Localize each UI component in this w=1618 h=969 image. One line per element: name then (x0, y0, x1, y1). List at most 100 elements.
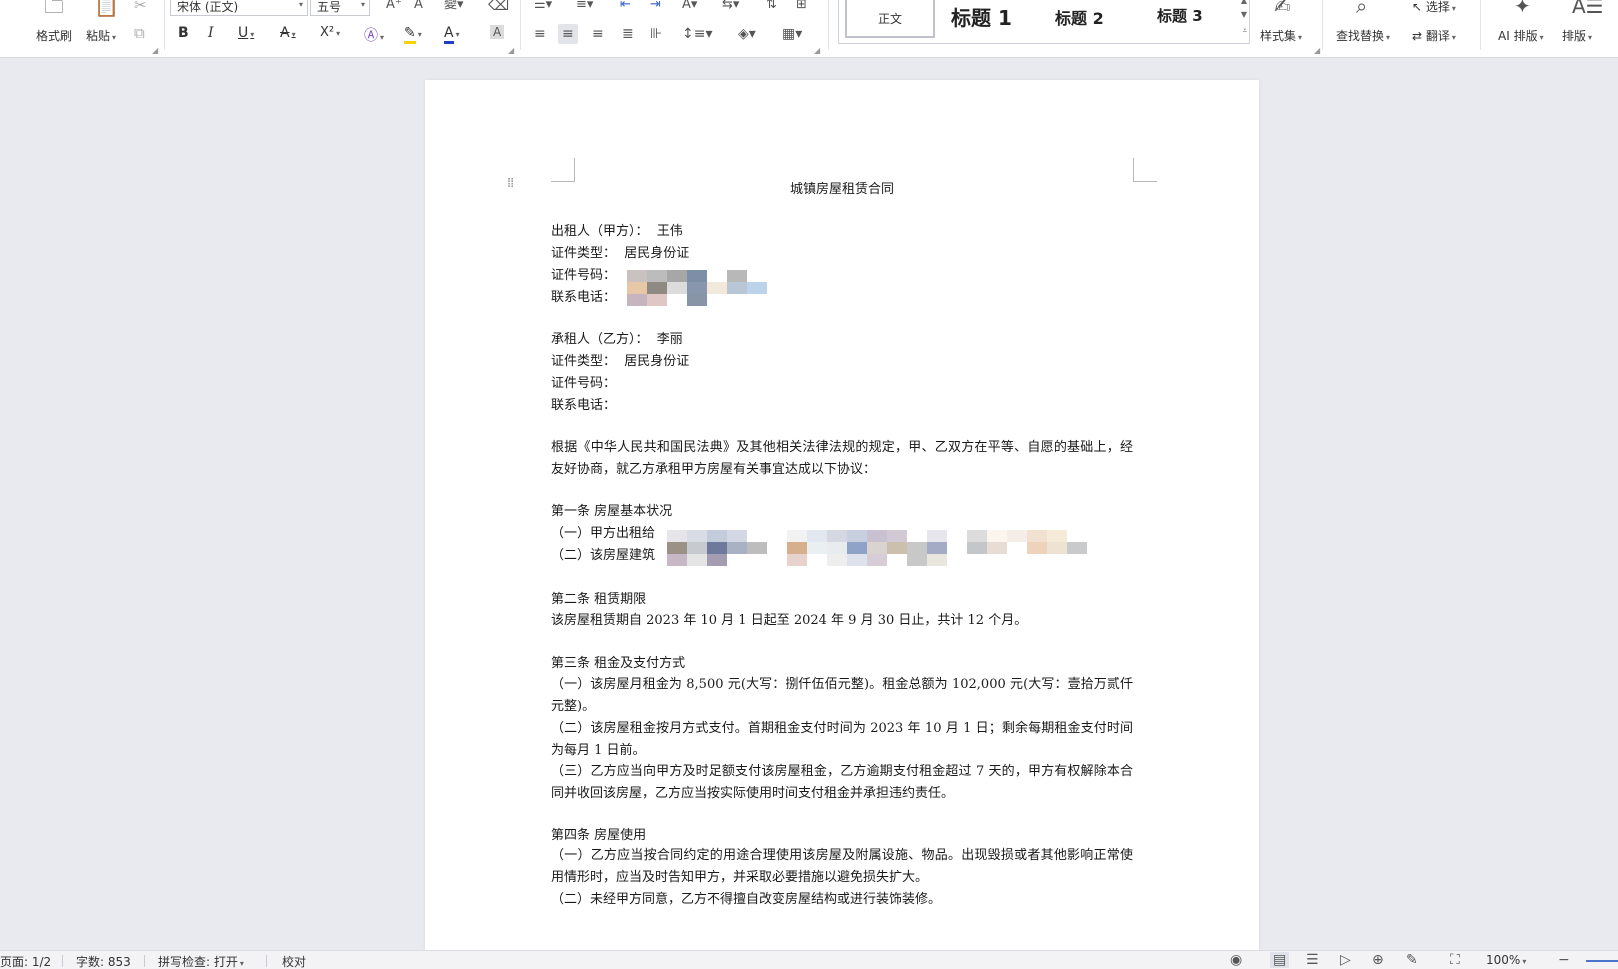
translate-button[interactable]: ⇄ 翻译 ▾ (1412, 27, 1456, 44)
paste-button[interactable]: 粘贴 ▾ (86, 27, 116, 44)
gallery-more-icon[interactable]: ⩡ (1242, 26, 1247, 36)
numbered-list-icon[interactable]: ≡▾ (576, 0, 593, 11)
redaction-mosaic (627, 270, 767, 306)
align-left-icon[interactable]: ≡ (534, 27, 546, 41)
word-count[interactable]: 字数: 853 (76, 953, 131, 969)
highlight-button[interactable]: ✎ ▾ (404, 25, 422, 44)
zoom-select[interactable]: 100% ▾ (1486, 953, 1526, 967)
gallery-down-icon[interactable]: ▼ (1241, 10, 1247, 19)
style-set-button[interactable]: 样式集 ▾ (1260, 27, 1302, 44)
chevron-down-icon: ▾ (380, 33, 385, 42)
line-spacing-icon[interactable]: ↕≡▾ (682, 27, 713, 41)
justify-icon[interactable]: ≣ (622, 27, 634, 41)
margin-corner-mark (551, 158, 575, 182)
lessee-phone-label: 联系电话： (551, 398, 617, 413)
fit-page-icon[interactable]: ⛶ (1450, 952, 1460, 968)
sort-icon[interactable]: ⇅ (766, 0, 777, 11)
font-color-button[interactable]: A ▾ (444, 25, 460, 44)
decrease-indent-icon[interactable]: ⇤ (620, 0, 631, 11)
page-indicator[interactable]: 页面: 1/2 (0, 953, 51, 969)
select-button[interactable]: ↖ 选择 ▾ (1412, 0, 1456, 15)
article4-item2: （二）未经甲方同意，乙方不得擅自改变房屋结构或进行装饰装修。 (551, 892, 942, 907)
increase-indent-icon[interactable]: ⇥ (650, 0, 661, 11)
text-direction-icon[interactable]: A▾ (682, 0, 697, 11)
divider (828, 0, 829, 50)
clear-format-icon[interactable]: ⌫ (488, 0, 509, 13)
document-title: 城镇房屋租赁合同 (789, 182, 894, 197)
shrink-font-icon[interactable]: A (414, 0, 423, 11)
zoom-out-icon[interactable]: − (1558, 952, 1570, 968)
divider (520, 0, 521, 50)
distribute-icon[interactable]: ⊪ (650, 27, 662, 41)
ai-layout-button[interactable]: AI 排版 ▾ (1498, 27, 1544, 44)
lessor-label: 出租人（甲方）： (551, 224, 649, 239)
outline-view-icon[interactable]: ☰ (1306, 952, 1319, 968)
chevron-down-icon: ▾ (239, 959, 244, 968)
char-shading-button[interactable]: A (490, 25, 505, 39)
cut-icon[interactable]: ✂ (134, 0, 147, 13)
font-size-select[interactable]: 五号 ▾ (310, 0, 370, 16)
style-normal[interactable]: 正文 (845, 0, 935, 38)
style-heading-1[interactable]: 标题 1 (951, 2, 1012, 31)
find-replace-button[interactable]: 查找替换 ▾ (1336, 27, 1390, 44)
italic-button[interactable]: I (208, 25, 214, 41)
play-icon[interactable]: ▷ (1340, 952, 1351, 968)
spell-check-toggle[interactable]: 拼写检查: 打开 ▾ (158, 953, 244, 969)
text-effect-button[interactable]: Ⓐ ▾ (364, 25, 384, 45)
lessee-line: 承租人（乙方）： 李丽 (551, 330, 683, 350)
strikethrough-button[interactable]: A ▾ (280, 25, 296, 41)
font-launcher-icon[interactable]: ◢ (508, 46, 514, 55)
chevron-down-icon: ▾ (1451, 33, 1456, 42)
bold-button[interactable]: B (178, 25, 189, 41)
show-marks-icon[interactable]: ⊞ (796, 0, 807, 11)
styles-launcher-icon[interactable]: ◢ (1314, 46, 1320, 55)
lessee-id-type-line: 证件类型： 居民身份证 (551, 352, 689, 372)
chevron-down-icon: ▾ (1588, 33, 1593, 42)
grow-font-icon[interactable]: A⁺ (386, 0, 402, 11)
status-bar: 页面: 1/2 字数: 853 拼写检查: 打开 ▾ 校对 ◉ ▤ ☰ ▷ ⊕ ✎… (0, 950, 1618, 969)
translate-label: 翻译 (1425, 29, 1450, 43)
eye-protection-icon[interactable]: ◉ (1230, 952, 1242, 968)
page-view-icon[interactable]: ▤ (1270, 952, 1290, 968)
lessee-name: 李丽 (656, 332, 683, 347)
phonetic-guide-icon[interactable]: 變▾ (444, 0, 464, 11)
article3-item1: （一）该房屋月租金为 8,500 元(大写：捌仟伍佰元整)。租金总额为 102,… (551, 677, 1133, 714)
borders-icon[interactable]: ▦▾ (782, 27, 802, 41)
superscript-button[interactable]: X² ▾ (320, 25, 340, 40)
underline-label: U (238, 25, 249, 41)
font-color-label: A (444, 25, 454, 44)
shading-icon[interactable]: ◈▾ (738, 27, 756, 41)
chevron-down-icon: ▾ (1539, 33, 1544, 42)
zoom-slider[interactable] (1586, 960, 1618, 962)
lessor-id-type: 居民身份证 (624, 246, 690, 261)
chevron-down-icon: ▾ (250, 30, 255, 39)
ribbon-toolbar: 🗀 格式刷 📋 粘贴 ▾ ✂ ⧉ ◢ 宋体 (正文) ▾ 五号 ▾ A⁺ A 變▾… (0, 0, 1618, 58)
chevron-down-icon: ▾ (1451, 4, 1456, 13)
format-painter-button[interactable]: 格式刷 (36, 27, 72, 44)
font-name-select[interactable]: 宋体 (正文) ▾ (170, 0, 308, 16)
web-view-icon[interactable]: ⊕ (1372, 952, 1384, 968)
chevron-down-icon: ▾ (336, 29, 341, 38)
proofread-button[interactable]: 校对 (282, 953, 306, 969)
clipboard-launcher-icon[interactable]: ◢ (152, 46, 158, 55)
layout-button[interactable]: 排版 ▾ (1562, 27, 1592, 44)
drag-handle-icon[interactable]: ⁞⁞ (507, 177, 514, 190)
line-break-icon[interactable]: ⇆▾ (722, 0, 739, 11)
align-center-icon[interactable]: ≡ (558, 24, 578, 44)
underline-button[interactable]: U ▾ (238, 25, 254, 41)
article1-item2: （二）该房屋建筑 (551, 548, 656, 563)
align-right-icon[interactable]: ≡ (592, 27, 604, 41)
superscript-label: X² (320, 25, 335, 40)
bullet-list-icon[interactable]: ☰▾ (534, 0, 552, 11)
document-page[interactable]: ⁞⁞ 城镇房屋租赁合同 出租人（甲方）： 王伟 证件类型： 居民身份证 证件号码… (425, 80, 1259, 950)
ai-layout-icon: ✦ (1514, 0, 1531, 18)
paragraph-launcher-icon[interactable]: ◢ (814, 46, 820, 55)
divider (266, 955, 267, 967)
article4-heading: 第四条 房屋使用 (551, 828, 647, 843)
ai-layout-label: AI 排版 (1498, 29, 1538, 43)
copy-icon[interactable]: ⧉ (134, 26, 145, 41)
pen-icon[interactable]: ✎ (1406, 952, 1418, 968)
gallery-up-icon[interactable]: ▲ (1241, 0, 1247, 5)
style-heading-2[interactable]: 标题 2 (1055, 5, 1104, 29)
style-heading-3[interactable]: 标题 3 (1157, 5, 1203, 26)
